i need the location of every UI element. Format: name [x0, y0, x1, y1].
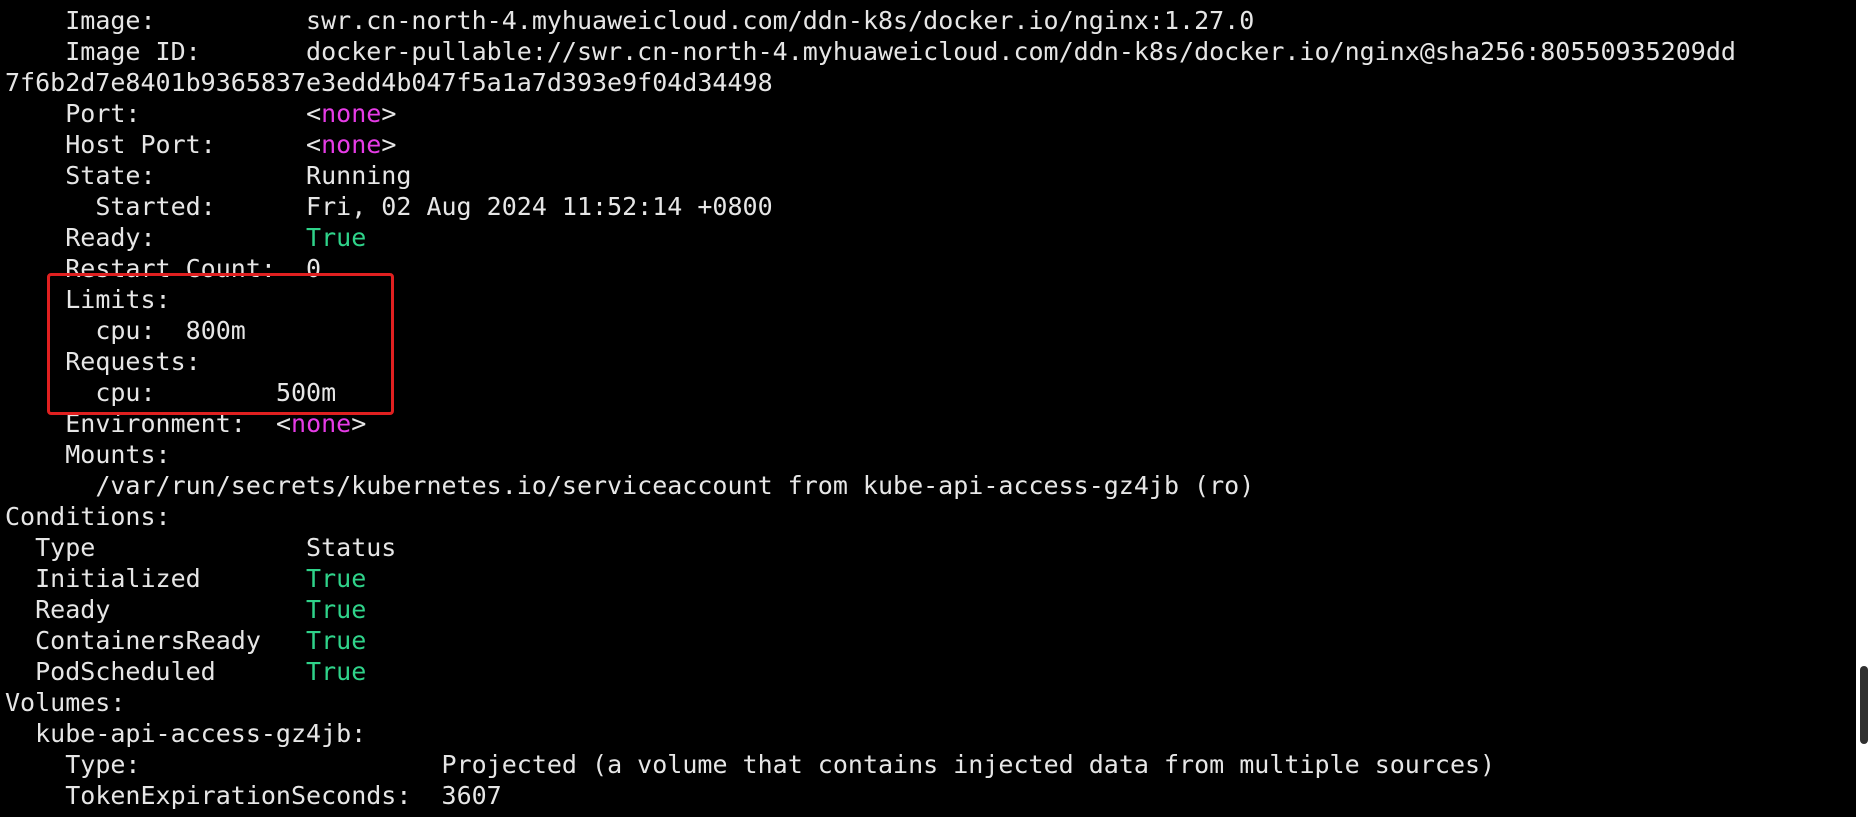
line-value: Fri, 02 Aug 2024 11:52:14 +0800 [306, 192, 773, 221]
terminal-line: Image: swr.cn-north-4.myhuaweicloud.com/… [5, 5, 1254, 36]
line-value: True [306, 595, 367, 624]
terminal-line: Type Status [5, 532, 396, 563]
none-keyword: none [321, 99, 382, 128]
line-key: Image: [65, 6, 156, 35]
terminal-line: TokenExpirationSeconds: 3607 [5, 780, 502, 811]
terminal-line: Conditions: [5, 501, 171, 532]
line-value: True [306, 657, 367, 686]
terminal-line: ContainersReady True [5, 625, 366, 656]
terminal-line: /var/run/secrets/kubernetes.io/serviceac… [5, 470, 1254, 501]
terminal-line: 7f6b2d7e8401b9365837e3edd4b047f5a1a7d393… [5, 67, 773, 98]
terminal-line: PodScheduled True [5, 656, 366, 687]
line-key: TokenExpirationSeconds: [65, 781, 412, 810]
line-key: Host Port: [65, 130, 216, 159]
vertical-scrollbar[interactable] [1856, 0, 1876, 817]
line-value: <none> [306, 130, 397, 159]
line-key: Ready [35, 595, 111, 624]
line-key: ContainersReady [35, 626, 261, 655]
line-key: Started: [95, 192, 216, 221]
line-key: /var/run/secrets/kubernetes.io/serviceac… [95, 471, 1255, 500]
line-value: Running [306, 161, 412, 190]
terminal-line: State: Running [5, 160, 411, 191]
scrollbar-thumb[interactable] [1860, 666, 1868, 744]
line-key: State: [65, 161, 156, 190]
terminal-line: Image ID: docker-pullable://swr.cn-north… [5, 36, 1736, 67]
line-value: <none> [306, 99, 397, 128]
line-value: docker-pullable://swr.cn-north-4.myhuawe… [306, 37, 1736, 66]
terminal-line: Mounts: [5, 439, 171, 470]
terminal-line: kube-api-access-gz4jb: [5, 718, 366, 749]
line-value: 3607 [441, 781, 502, 810]
terminal-line: Volumes: [5, 687, 125, 718]
line-key: Type [35, 533, 96, 562]
line-value: True [306, 223, 367, 252]
line-value: Projected (a volume that contains inject… [441, 750, 1496, 779]
terminal-window[interactable]: Image: swr.cn-north-4.myhuaweicloud.com/… [0, 0, 1876, 817]
line-key: PodScheduled [35, 657, 216, 686]
line-value: Status [306, 533, 397, 562]
line-key: Type: [65, 750, 141, 779]
terminal-line: Ready True [5, 594, 366, 625]
line-key: 7f6b2d7e8401b9365837e3edd4b047f5a1a7d393… [5, 68, 773, 97]
terminal-line: Type: Projected (a volume that contains … [5, 749, 1495, 780]
line-value: swr.cn-north-4.myhuaweicloud.com/ddn-k8s… [306, 6, 1255, 35]
line-key: Volumes: [5, 688, 126, 717]
none-keyword: none [321, 130, 382, 159]
line-key: Conditions: [5, 502, 171, 531]
line-value: True [306, 564, 367, 593]
line-key: Mounts: [65, 440, 171, 469]
limits-requests-highlight-box [47, 273, 394, 415]
terminal-line: Initialized True [5, 563, 366, 594]
line-value: True [306, 626, 367, 655]
terminal-line: Ready: True [5, 222, 366, 253]
line-key: Port: [65, 99, 141, 128]
line-key: Initialized [35, 564, 201, 593]
line-key: Image ID: [65, 37, 201, 66]
line-key: Ready: [65, 223, 156, 252]
line-key: kube-api-access-gz4jb: [35, 719, 367, 748]
terminal-line: Started: Fri, 02 Aug 2024 11:52:14 +0800 [5, 191, 773, 222]
terminal-line: Port: <none> [5, 98, 396, 129]
terminal-line: Host Port: <none> [5, 129, 396, 160]
